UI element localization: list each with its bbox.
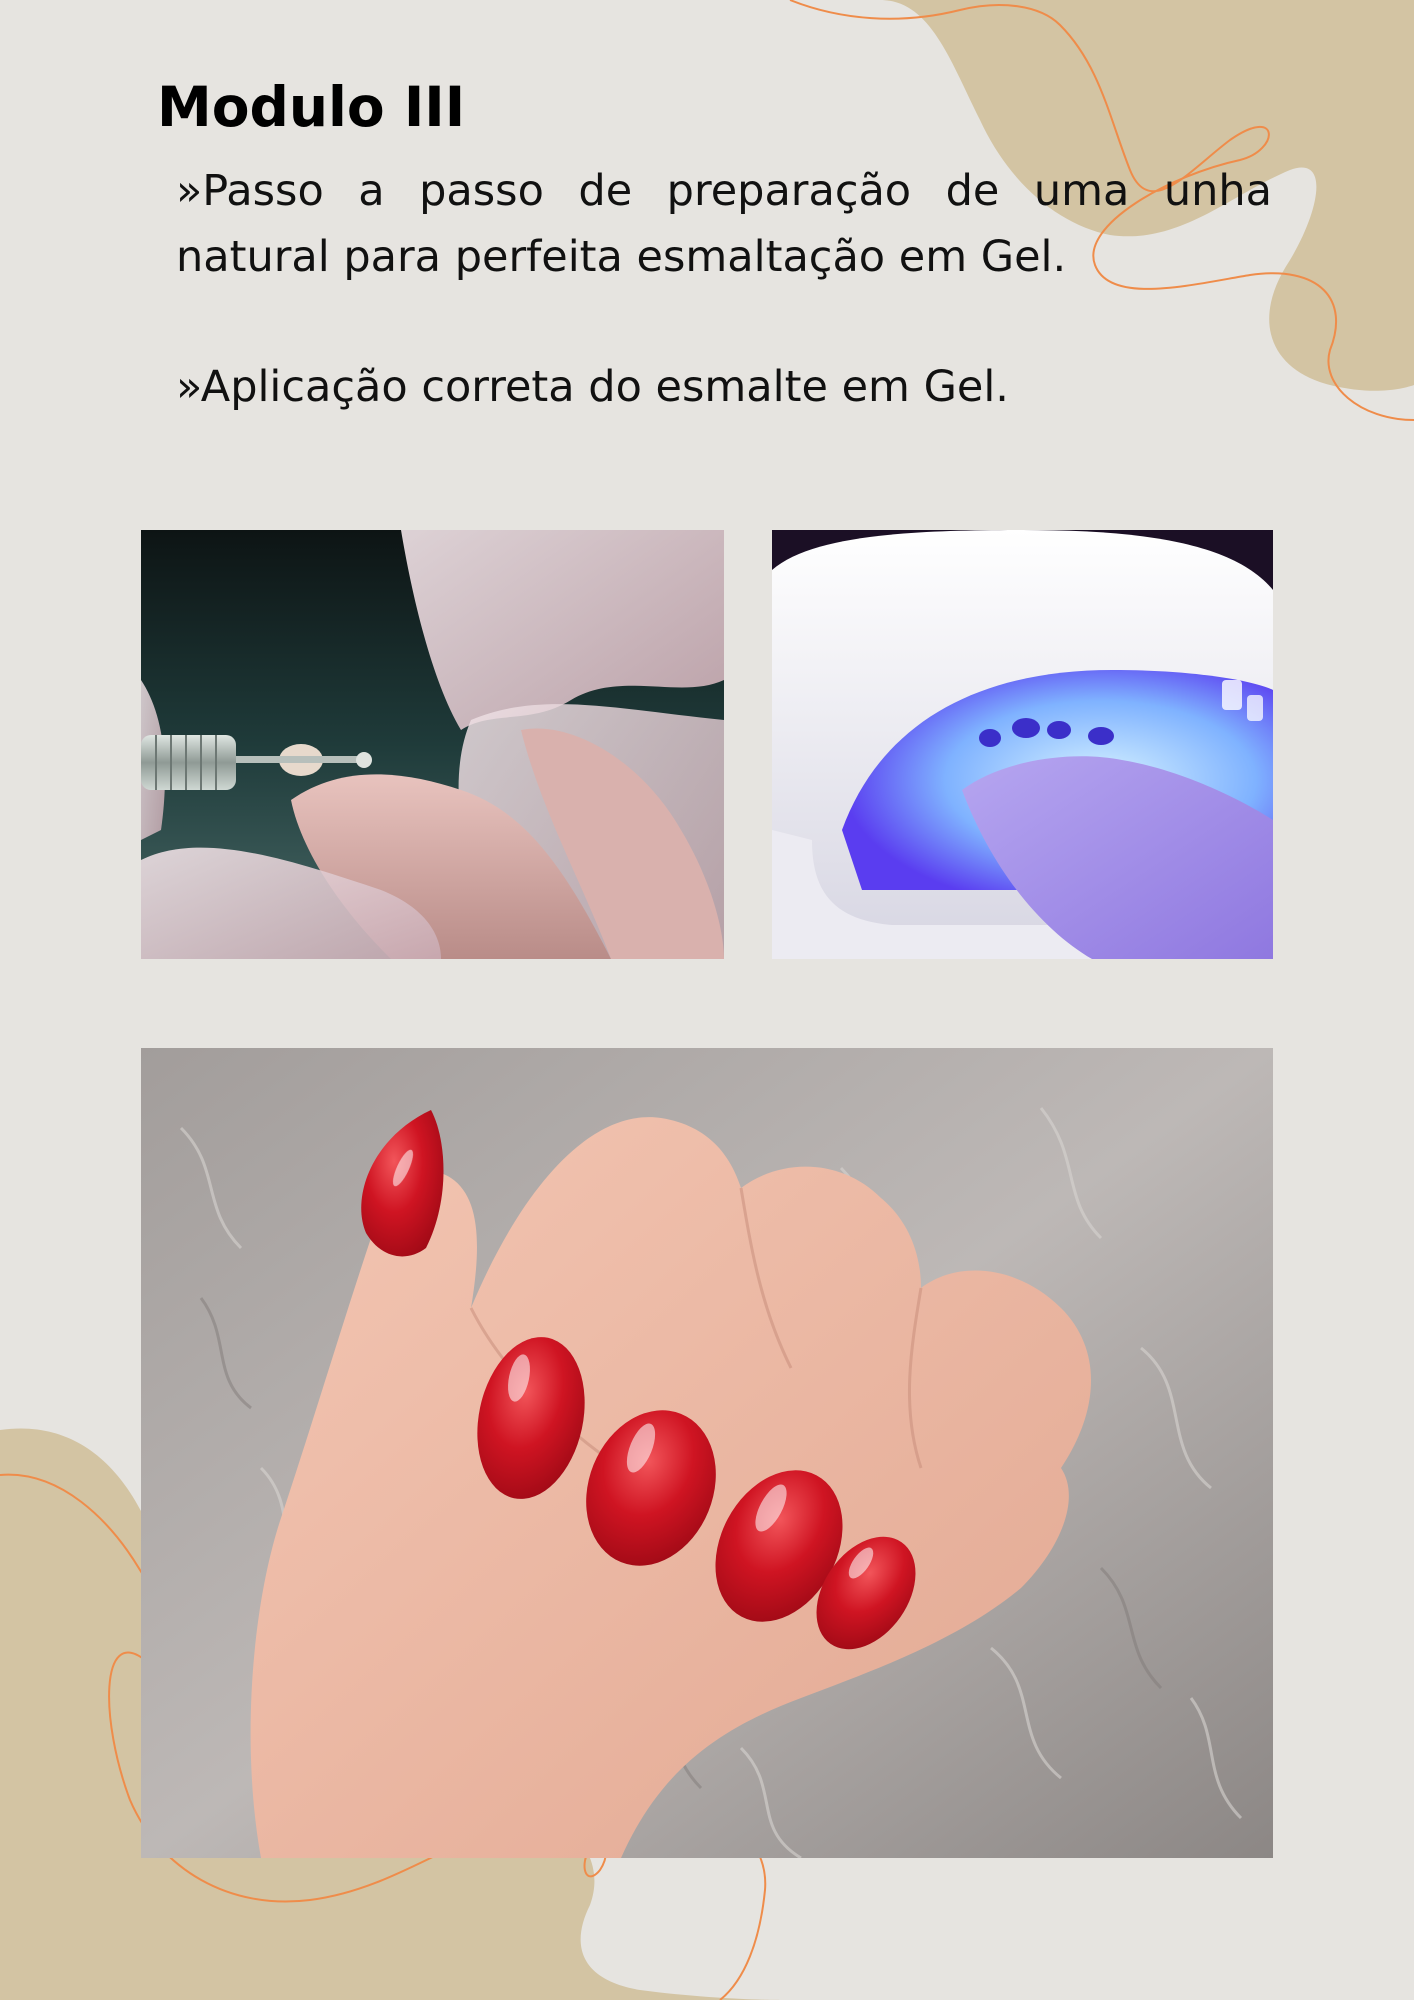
document-page: Modulo III »Passo a passo de preparação …: [0, 0, 1414, 2000]
bullet-paragraph-application: »Aplicação correta do esmalte em Gel.: [176, 362, 1009, 412]
nail-drill-photo: [141, 530, 724, 959]
red-gel-nails-photo: [141, 1048, 1273, 1858]
uv-lamp-photo: [772, 530, 1273, 959]
bullet-paragraph-preparation: »Passo a passo de preparação de uma unha…: [176, 166, 1272, 282]
page-title: Modulo III: [157, 75, 466, 139]
